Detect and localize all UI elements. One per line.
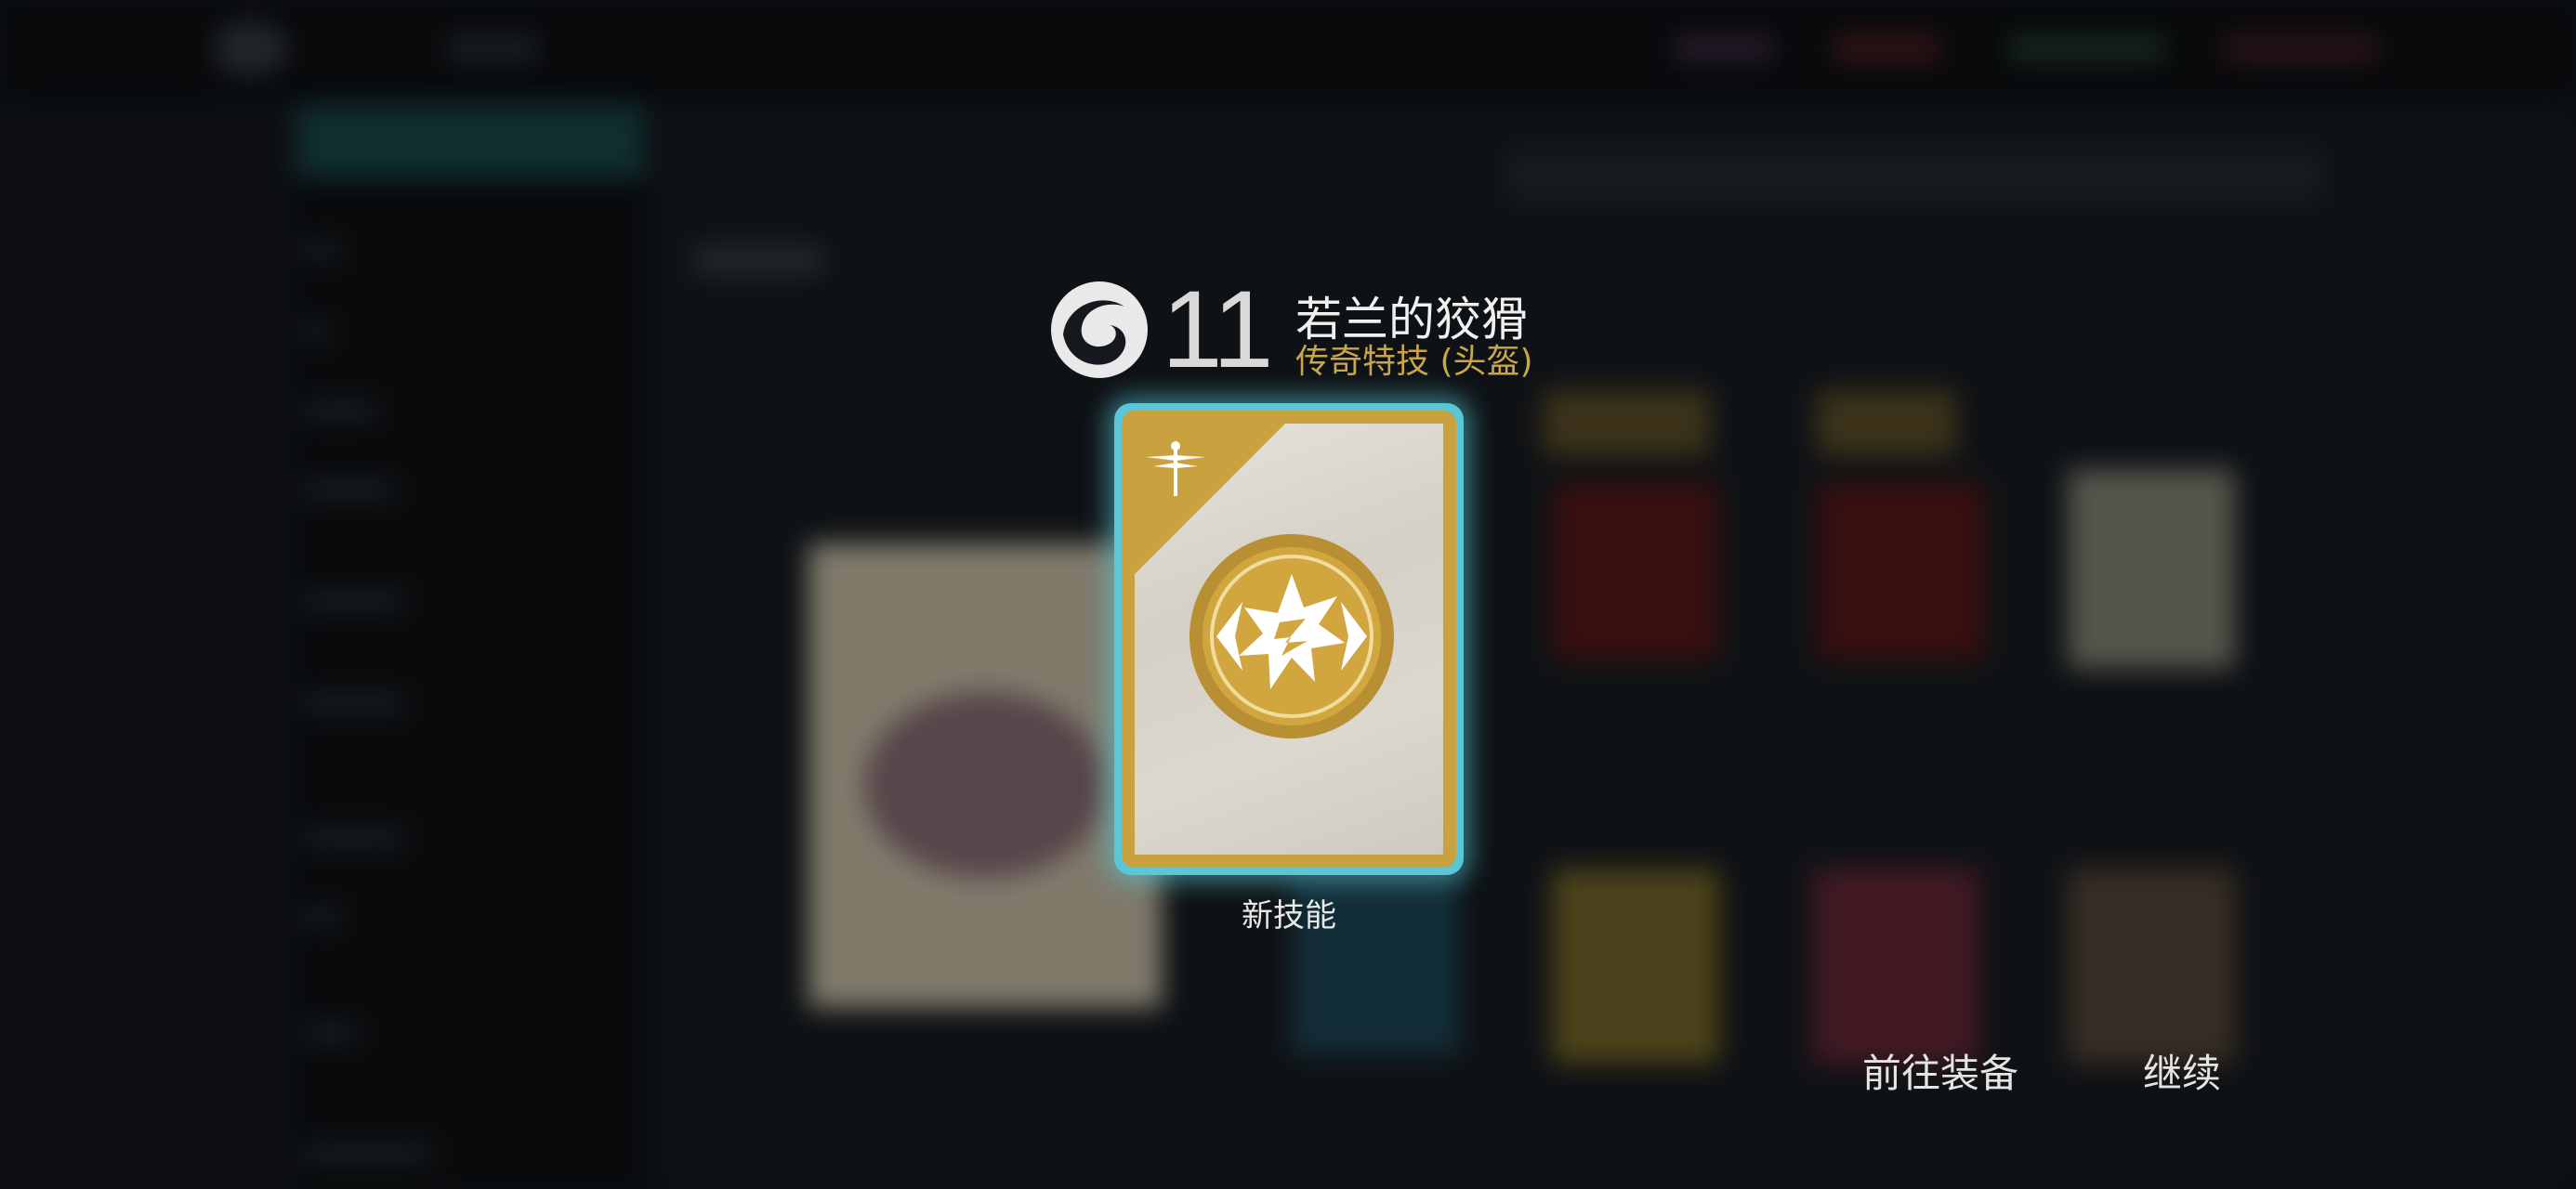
item-type: 传奇特技 (头盔): [1295, 343, 1533, 381]
continue-button[interactable]: 继续: [2143, 1042, 2221, 1099]
reward-card-face: [1122, 411, 1456, 868]
card-caption: 新技能: [1242, 897, 1336, 934]
goto-equipment-button[interactable]: 前往装备: [1862, 1042, 2018, 1099]
skill-burst-emblem-icon: [1189, 534, 1394, 738]
power-level: 11: [1162, 268, 1273, 391]
dragonfly-icon: [1146, 441, 1205, 496]
ghost-swirl-icon: [1051, 281, 1148, 378]
reward-card[interactable]: [1114, 403, 1464, 875]
